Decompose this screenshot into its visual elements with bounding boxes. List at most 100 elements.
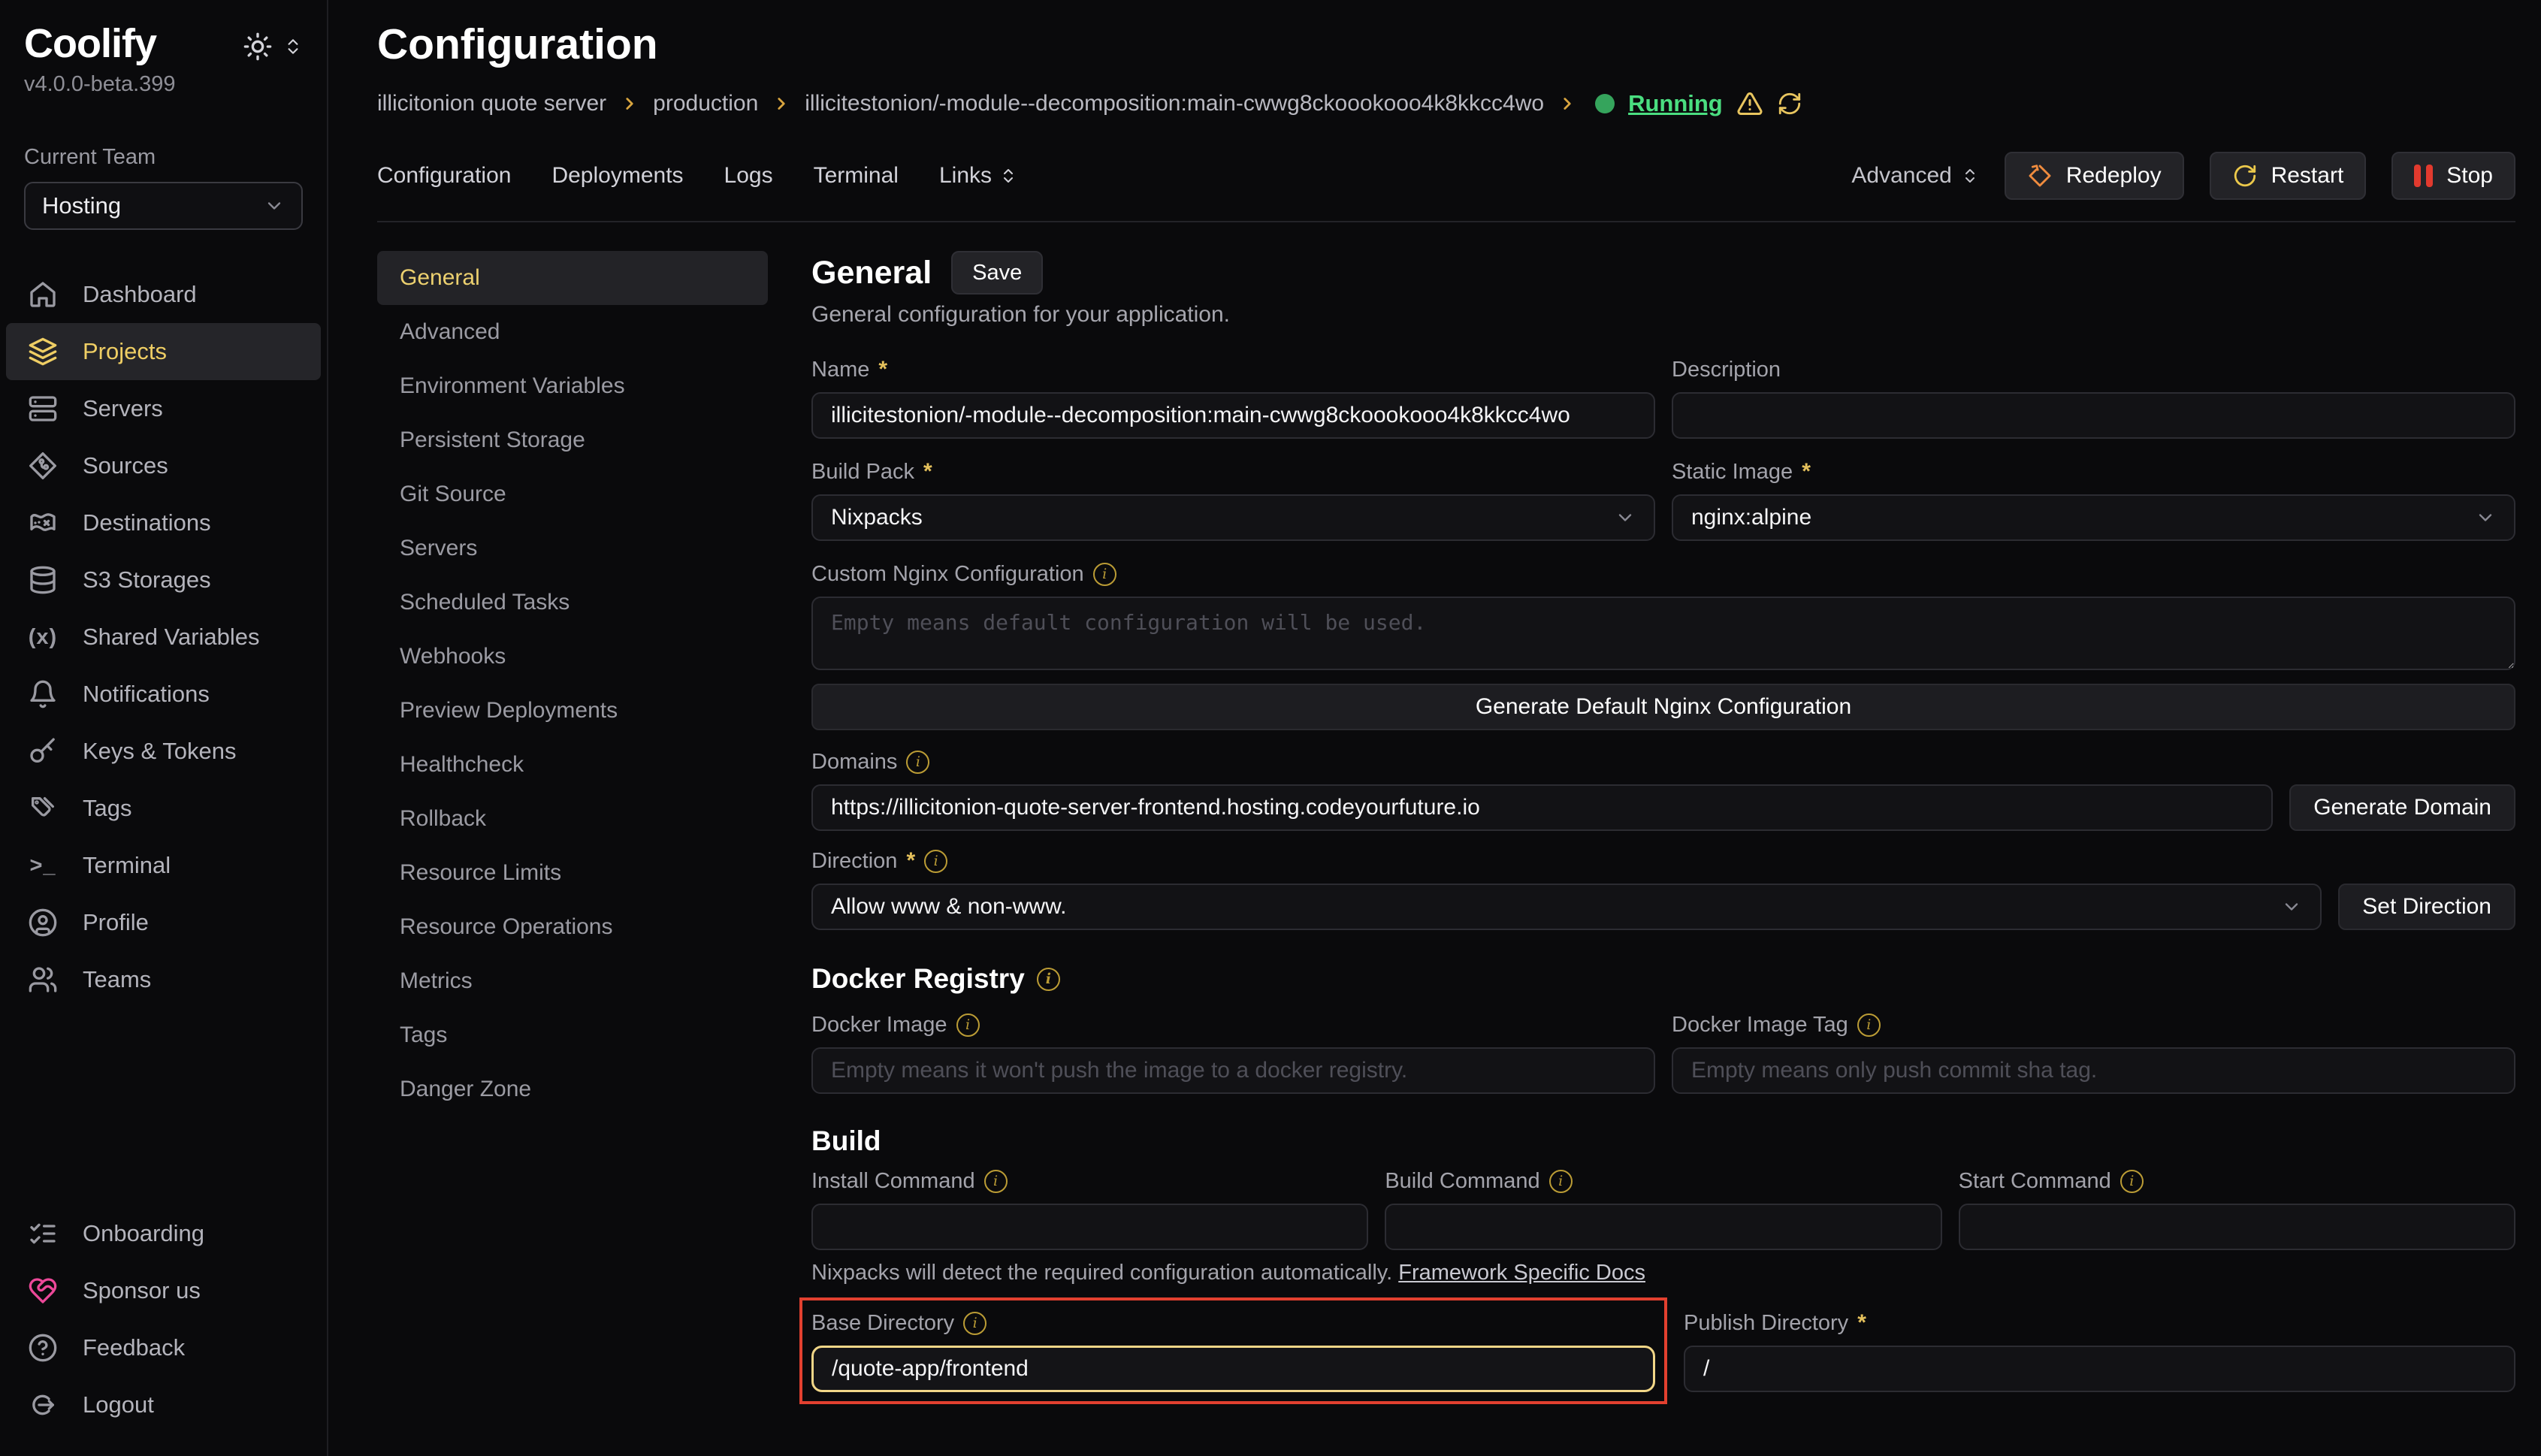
subnav-item-rollback[interactable]: Rollback <box>377 792 768 846</box>
subnav-item-webhooks[interactable]: Webhooks <box>377 630 768 684</box>
sidebar-item-label: Destinations <box>83 509 211 536</box>
custom-nginx-label: Custom Nginx Configuration <box>811 560 1084 588</box>
sidebar-item-sponsor[interactable]: Sponsor us <box>6 1262 321 1319</box>
framework-docs-link[interactable]: Framework Specific Docs <box>1398 1261 1645 1285</box>
required-asterisk <box>1857 1309 1866 1337</box>
subnav-item-resource-operations[interactable]: Resource Operations <box>377 900 768 954</box>
sidebar-item-sources[interactable]: Sources <box>6 437 321 494</box>
chevron-down-icon <box>1615 507 1636 528</box>
docker-image-tag-input[interactable] <box>1672 1047 2515 1094</box>
sidebar-item-feedback[interactable]: Feedback <box>6 1319 321 1376</box>
breadcrumb-project[interactable]: illicitonion quote server <box>377 91 606 116</box>
sidebar-item-shared-variables[interactable]: Shared Variables <box>6 609 321 666</box>
info-icon[interactable] <box>956 1013 980 1037</box>
base-directory-input[interactable] <box>811 1346 1655 1392</box>
subnav-item-general[interactable]: General <box>377 251 768 305</box>
static-image-select[interactable]: nginx:alpine <box>1672 494 2515 541</box>
sidebar-item-dashboard[interactable]: Dashboard <box>6 266 321 323</box>
sidebar-item-servers[interactable]: Servers <box>6 380 321 437</box>
subnav-item-healthcheck[interactable]: Healthcheck <box>377 738 768 792</box>
domains-input[interactable] <box>811 784 2273 831</box>
sun-icon[interactable] <box>243 32 273 62</box>
help-circle-icon <box>27 1332 59 1364</box>
sidebar-item-logout[interactable]: Logout <box>6 1376 321 1433</box>
sidebar-item-profile[interactable]: Profile <box>6 894 321 951</box>
sidebar-item-s3-storages[interactable]: S3 Storages <box>6 551 321 609</box>
generate-domain-button[interactable]: Generate Domain <box>2289 784 2515 831</box>
direction-select[interactable]: Allow www & non-www. <box>811 884 2322 930</box>
sidebar-item-tags[interactable]: Tags <box>6 780 321 837</box>
sidebar-item-onboarding[interactable]: Onboarding <box>6 1205 321 1262</box>
tab-configuration[interactable]: Configuration <box>377 163 511 189</box>
info-icon[interactable] <box>1549 1170 1573 1193</box>
settings-subnav: General Advanced Environment Variables P… <box>377 251 768 1404</box>
sidebar-item-label: Onboarding <box>83 1220 204 1247</box>
restart-icon <box>2232 163 2258 189</box>
subnav-item-resource-limits[interactable]: Resource Limits <box>377 846 768 900</box>
warning-icon[interactable] <box>1736 90 1763 117</box>
description-input[interactable] <box>1672 392 2515 439</box>
sidebar-item-projects[interactable]: Projects <box>6 323 321 380</box>
refresh-icon[interactable] <box>1777 91 1802 116</box>
info-icon[interactable] <box>963 1312 986 1335</box>
build-command-label: Build Command <box>1385 1168 1539 1195</box>
git-source-icon <box>27 450 59 482</box>
advanced-dropdown[interactable]: Advanced <box>1851 163 1978 189</box>
subnav-item-advanced[interactable]: Advanced <box>377 305 768 359</box>
info-icon[interactable] <box>984 1170 1008 1193</box>
custom-nginx-textarea[interactable] <box>811 597 2515 670</box>
restart-button[interactable]: Restart <box>2210 152 2367 200</box>
chevrons-up-down-icon[interactable] <box>283 37 303 56</box>
chevron-down-icon <box>2281 896 2302 917</box>
build-pack-label: Build Pack <box>811 458 914 485</box>
info-icon[interactable] <box>924 850 947 873</box>
info-icon[interactable] <box>906 751 929 774</box>
subnav-item-preview-deployments[interactable]: Preview Deployments <box>377 684 768 738</box>
sidebar-item-label: Terminal <box>83 852 171 879</box>
subnav-item-metrics[interactable]: Metrics <box>377 954 768 1008</box>
required-asterisk <box>878 356 887 383</box>
status-badge[interactable]: Running <box>1628 90 1723 117</box>
sidebar-item-notifications[interactable]: Notifications <box>6 666 321 723</box>
install-command-input[interactable] <box>811 1204 1368 1250</box>
sidebar-item-teams[interactable]: Teams <box>6 951 321 1008</box>
subnav-item-scheduled-tasks[interactable]: Scheduled Tasks <box>377 575 768 630</box>
name-input[interactable] <box>811 392 1655 439</box>
info-icon[interactable] <box>1037 968 1060 991</box>
redeploy-button[interactable]: Redeploy <box>2005 152 2184 200</box>
info-icon[interactable] <box>1857 1013 1881 1037</box>
home-icon <box>27 279 59 310</box>
subnav-item-environment-variables[interactable]: Environment Variables <box>377 359 768 413</box>
info-icon[interactable] <box>1093 563 1116 586</box>
sidebar-item-keys-tokens[interactable]: Keys & Tokens <box>6 723 321 780</box>
subnav-item-servers[interactable]: Servers <box>377 521 768 575</box>
subnav-item-tags[interactable]: Tags <box>377 1008 768 1062</box>
info-icon[interactable] <box>2120 1170 2144 1193</box>
team-select-value: Hosting <box>42 192 121 219</box>
subnav-item-persistent-storage[interactable]: Persistent Storage <box>377 413 768 467</box>
generate-nginx-button[interactable]: Generate Default Nginx Configuration <box>811 684 2515 730</box>
start-command-input[interactable] <box>1959 1204 2515 1250</box>
docker-image-input[interactable] <box>811 1047 1655 1094</box>
publish-directory-input[interactable] <box>1684 1346 2515 1392</box>
subnav-item-git-source[interactable]: Git Source <box>377 467 768 521</box>
sidebar-item-destinations[interactable]: Destinations <box>6 494 321 551</box>
set-direction-button[interactable]: Set Direction <box>2338 884 2515 930</box>
save-button[interactable]: Save <box>951 251 1043 295</box>
build-command-input[interactable] <box>1385 1204 1941 1250</box>
team-select[interactable]: Hosting <box>24 182 303 230</box>
sidebar-item-terminal[interactable]: Terminal <box>6 837 321 894</box>
tab-deployments[interactable]: Deployments <box>551 163 683 189</box>
general-heading: General <box>811 255 932 292</box>
build-pack-select[interactable]: Nixpacks <box>811 494 1655 541</box>
terminal-icon <box>27 850 59 881</box>
breadcrumb-application[interactable]: illicitestonion/-module--decomposition:m… <box>805 91 1544 116</box>
required-asterisk <box>1802 458 1811 485</box>
nixpacks-note-text: Nixpacks will detect the required config… <box>811 1261 1392 1285</box>
tab-links[interactable]: Links <box>939 163 1017 189</box>
subnav-item-danger-zone[interactable]: Danger Zone <box>377 1062 768 1116</box>
tab-logs[interactable]: Logs <box>724 163 773 189</box>
breadcrumb-environment[interactable]: production <box>653 91 758 116</box>
stop-button[interactable]: Stop <box>2391 152 2515 200</box>
tab-terminal[interactable]: Terminal <box>814 163 899 189</box>
